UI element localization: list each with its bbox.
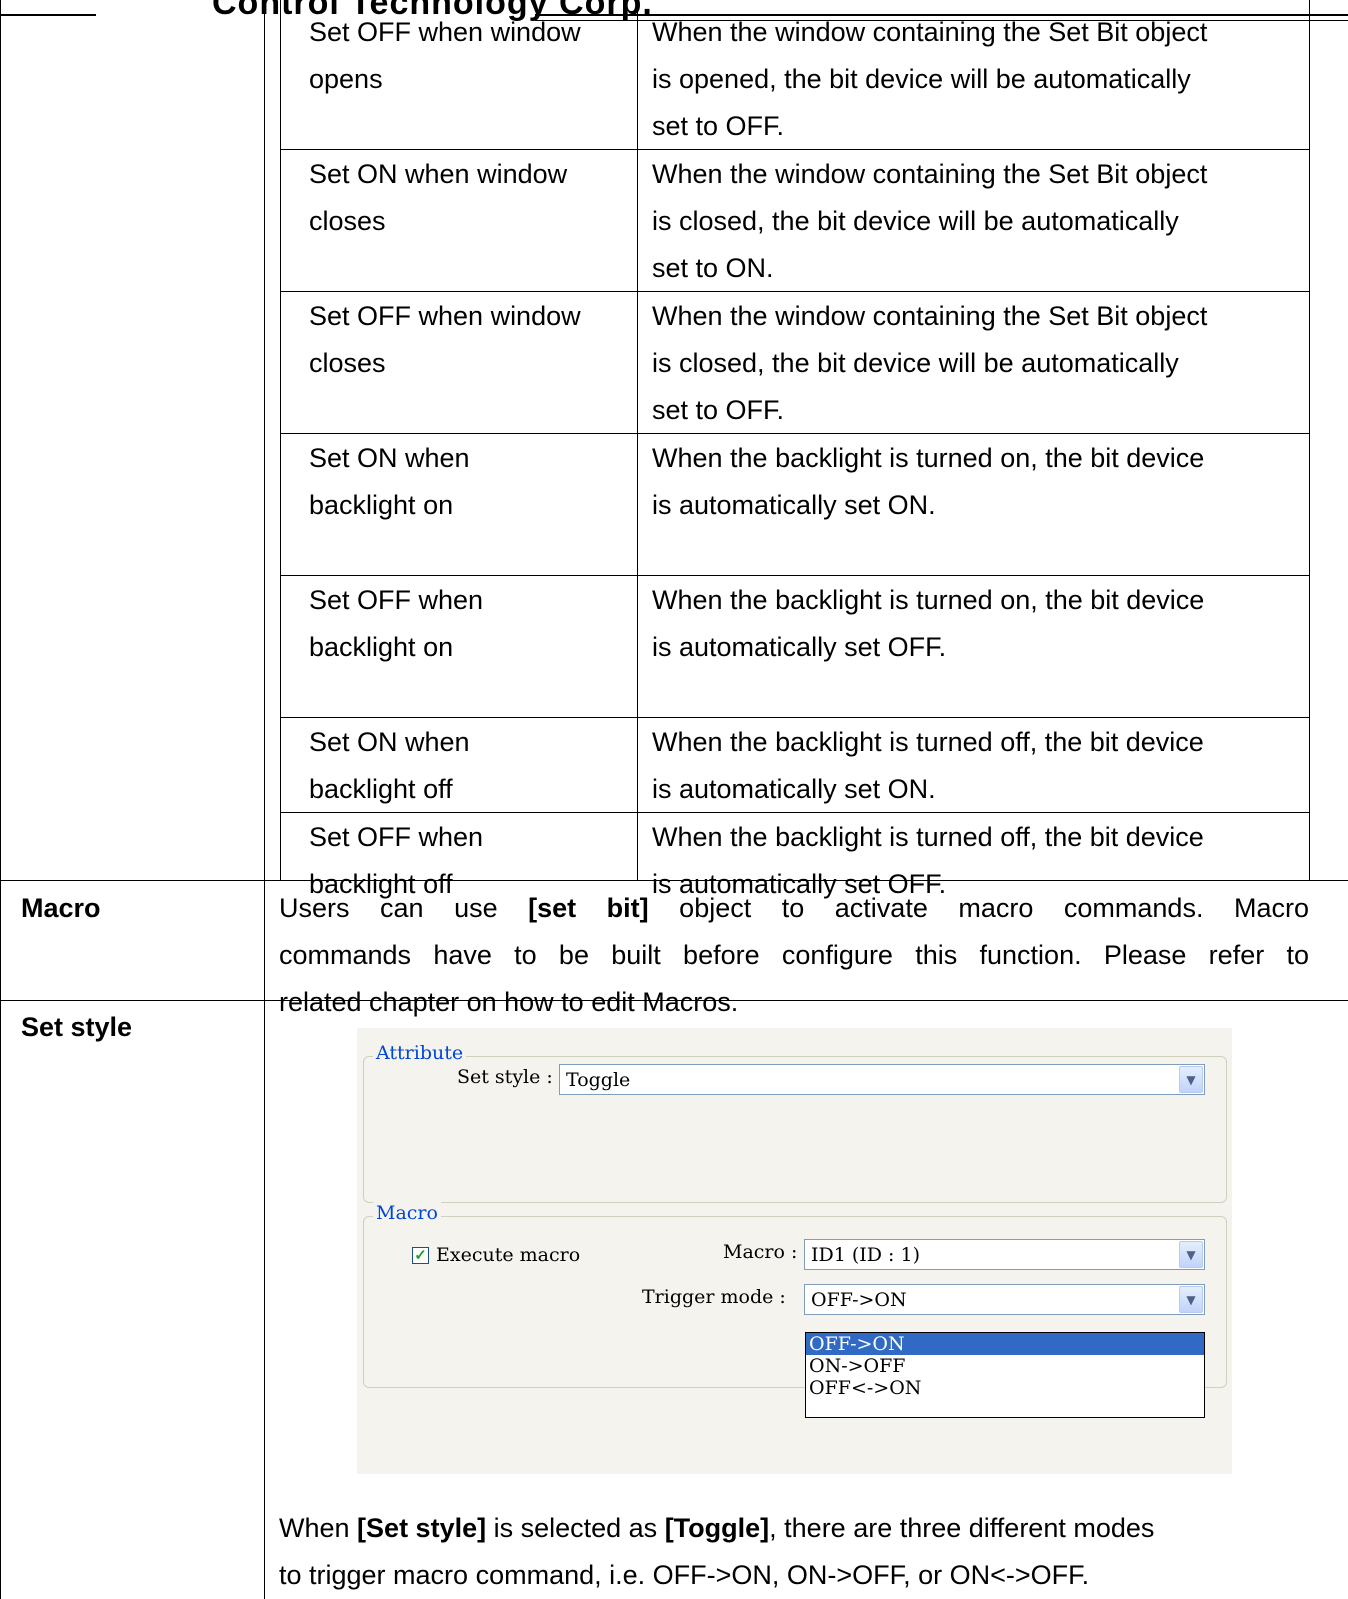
subtable-row-description: When the backlight is turned on, the bit… — [652, 443, 1205, 520]
subtable-row: Set ON when window closes — [309, 159, 568, 236]
row-divider — [280, 575, 1310, 576]
execute-macro-label: Execute macro — [436, 1244, 581, 1266]
subtable-row: Set OFF when window closes — [309, 301, 581, 378]
table-column-divider — [264, 0, 265, 1599]
macro-row-label: Macro — [21, 893, 101, 923]
header-rule-left — [0, 14, 96, 16]
row-divider — [280, 717, 1310, 718]
trigger-mode-select[interactable]: OFF->ON ▼ — [804, 1284, 1205, 1315]
subtable-column-divider — [637, 0, 638, 880]
chevron-down-icon[interactable]: ▼ — [1179, 1241, 1203, 1268]
set-style-select[interactable]: Toggle ▼ — [559, 1064, 1205, 1095]
macro-select-label: Macro : — [723, 1241, 798, 1263]
table-border-left — [0, 0, 1, 1599]
subtable-border-right — [1309, 0, 1310, 880]
macro-group-title: Macro — [373, 1202, 441, 1224]
trigger-option-selected[interactable]: OFF->ON — [806, 1333, 1204, 1355]
attribute-group-title: Attribute — [373, 1042, 467, 1064]
subtable-row-description: When the backlight is turned off, the bi… — [652, 727, 1204, 804]
trigger-mode-label: Trigger mode : — [642, 1286, 786, 1308]
subtable-row-description: When the window containing the Set Bit o… — [652, 159, 1208, 283]
macro-select[interactable]: ID1 (ID : 1) ▼ — [804, 1239, 1205, 1270]
trigger-option[interactable]: ON->OFF — [806, 1355, 1204, 1377]
macro-row-description: Users can use [set bit] object to activa… — [279, 893, 1309, 1017]
subtable-row: Set OFF when backlight on — [309, 585, 484, 662]
setstyle-note: When [Set style] is selected as [Toggle]… — [279, 1513, 1155, 1590]
subtable-row-description: When the window containing the Set Bit o… — [652, 17, 1208, 141]
subtable-row-description: When the backlight is turned on, the bit… — [652, 585, 1205, 662]
execute-macro-checkbox[interactable]: ✓ — [412, 1247, 429, 1264]
trigger-option[interactable]: OFF<->ON — [806, 1377, 1204, 1399]
subtable-row: Set ON when backlight on — [309, 443, 470, 520]
subtable-row: Set ON when backlight off — [309, 727, 470, 804]
subtable-row-description: When the window containing the Set Bit o… — [652, 301, 1208, 425]
trigger-mode-dropdown: OFF->ON ON->OFF OFF<->ON — [805, 1332, 1205, 1418]
subtable-border-left — [280, 0, 281, 880]
subtable-row: Set OFF when window opens — [309, 17, 581, 94]
setstyle-row-label: Set style — [21, 1012, 133, 1042]
chevron-down-icon[interactable]: ▼ — [1179, 1286, 1203, 1313]
chevron-down-icon[interactable]: ▼ — [1179, 1066, 1203, 1093]
set-style-label: Set style : — [457, 1066, 553, 1088]
